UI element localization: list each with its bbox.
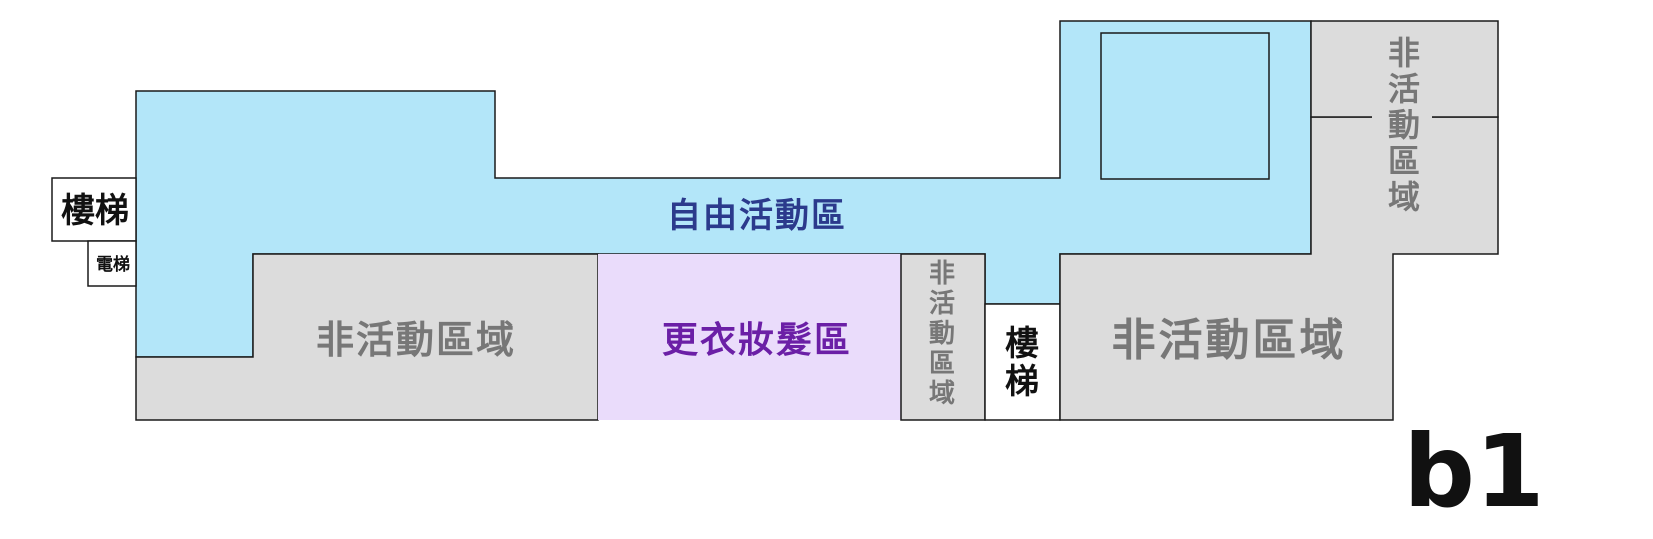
v-mid-char: 域 [929,379,955,409]
floor-plan: 自由活動區 更衣妝髮區 非活動區域 非活動區域 樓梯 電梯 b1 非活動區域 樓… [51,20,1545,530]
v-topright-char: 動 [1388,106,1420,144]
non-active-mid-vertical-label: 非活動區域 [929,259,955,409]
v-mid-char: 非 [929,259,955,289]
non-active-left-label: 非活動區域 [316,318,516,362]
v-topright-char: 非 [1388,34,1420,72]
floor-label: b1 [1403,413,1544,530]
v-mid-char: 活 [929,289,955,319]
free-activity-label: 自由活動區 [667,196,847,236]
v-stairs-char: 梯 [1005,362,1039,402]
v-mid-char: 動 [929,319,955,349]
v-stairs-char: 樓 [1005,324,1039,364]
v-topright-char: 區 [1388,142,1420,180]
v-topright-char: 域 [1388,178,1420,216]
v-topright-char: 活 [1388,70,1420,108]
non-active-top-right-vertical-label: 非活動區域 [1388,34,1420,216]
stairs-middle-vertical-label: 樓梯 [1005,324,1039,402]
non-active-right-label: 非活動區域 [1112,315,1347,366]
dressing-label: 更衣妝髮區 [662,320,852,361]
elevator-label: 電梯 [96,254,130,275]
stairs-left-label: 樓梯 [61,191,129,231]
v-mid-char: 區 [929,349,955,379]
